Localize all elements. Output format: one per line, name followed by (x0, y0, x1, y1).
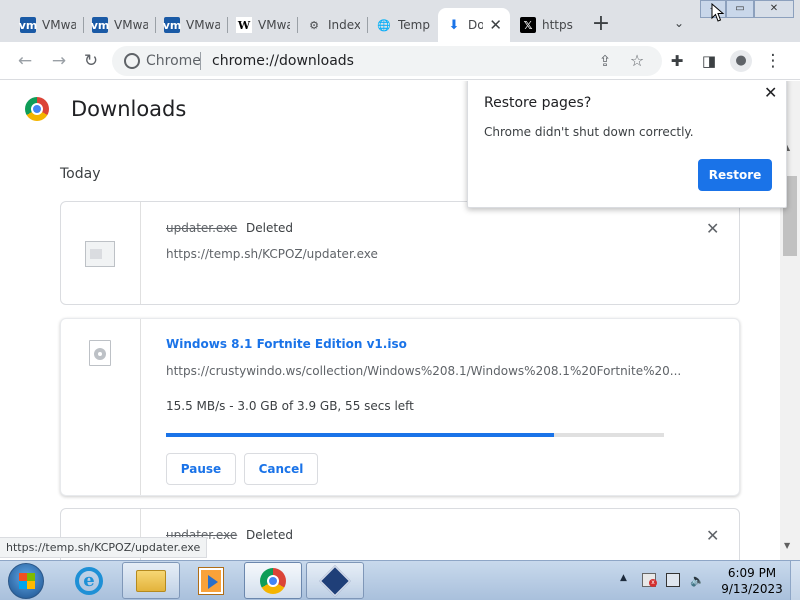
extensions-icon[interactable]: ✚ (666, 50, 688, 72)
date-section-heading: Today (60, 166, 101, 182)
tab-title: VMware (114, 18, 148, 32)
download-progress-fill (166, 433, 555, 437)
index-icon: ⚙ (309, 18, 319, 32)
tab-title: https (542, 18, 573, 32)
forward-arrow-icon[interactable]: → (48, 50, 70, 72)
download-state: Deleted (246, 221, 294, 235)
remove-item-icon[interactable]: ✕ (706, 526, 719, 545)
dialog-title: Restore pages? (484, 95, 592, 111)
internet-explorer-taskbar-button[interactable]: e (60, 562, 118, 599)
cancel-button[interactable]: Cancel (244, 453, 318, 485)
tab-wikipedia[interactable]: W VMware (228, 8, 298, 42)
media-player-taskbar-button[interactable] (182, 562, 240, 599)
restore-button[interactable]: Restore (698, 159, 772, 191)
side-panel-icon[interactable]: ◨ (698, 50, 720, 72)
tab-title: Downloads (468, 18, 484, 32)
bookmark-star-icon[interactable]: ☆ (626, 50, 648, 72)
download-url[interactable]: https://temp.sh/KCPOZ/updater.exe (166, 247, 378, 261)
page-title: Downloads (71, 97, 187, 121)
vmware-icon: vm (90, 17, 110, 33)
clock-time: 6:09 PM (727, 566, 777, 580)
remove-item-icon[interactable]: ✕ (706, 219, 719, 238)
wikipedia-icon: W (236, 17, 252, 33)
restore-pages-dialog: Restore pages? Chrome didn't shut down c… (467, 81, 787, 208)
internet-explorer-icon: e (75, 566, 103, 595)
browser-toolbar: ← → ↻ Chrome chrome://downloads ⇪ ☆ ✚ ◨ … (0, 42, 800, 80)
download-item-active: Windows 8.1 Fortnite Edition v1.iso http… (60, 318, 740, 496)
file-icon-column (61, 202, 141, 304)
menu-kebab-icon[interactable]: ⋮ (762, 50, 784, 72)
vmware-icon: vm (162, 17, 182, 33)
windows-taskbar: e ▲ x 🔈 6:09 PM 9/13/2023 (0, 560, 800, 600)
profile-avatar-icon[interactable]: ● (730, 50, 752, 72)
tab-temp[interactable]: 🌐 Temp (368, 8, 438, 42)
back-arrow-icon[interactable]: ← (14, 50, 36, 72)
reload-icon[interactable]: ↻ (80, 50, 102, 72)
tab-title: Index (328, 18, 360, 32)
download-progress-bar (166, 433, 664, 437)
tab-strip: vm VMware vm VMware vm VMware W VMware ⚙… (0, 0, 800, 42)
tab-title: VMware (186, 18, 220, 32)
tab-index[interactable]: ⚙ Index (298, 8, 368, 42)
url-text[interactable]: chrome://downloads (212, 53, 354, 69)
download-filename-link[interactable]: Windows 8.1 Fortnite Edition v1.iso (166, 337, 407, 351)
download-state: Deleted (246, 528, 294, 542)
chrome-icon (260, 567, 286, 594)
download-item-deleted: updater.exe Deleted https://temp.sh/KCPO… (60, 201, 740, 305)
downloads-page: Downloads Today updater.exe Deleted http… (0, 81, 800, 560)
close-dialog-icon[interactable]: ✕ (764, 83, 777, 102)
tab-search-chevron-icon[interactable]: ⌄ (670, 16, 688, 34)
globe-icon: 🌐 (377, 18, 391, 32)
download-status: 15.5 MB/s - 3.0 GB of 3.9 GB, 55 secs le… (166, 399, 414, 413)
network-icon[interactable] (666, 573, 680, 587)
start-button[interactable] (8, 563, 44, 599)
pause-button[interactable]: Pause (166, 453, 236, 485)
virtualbox-taskbar-button[interactable] (306, 562, 364, 599)
x-icon: 𝕏 (520, 17, 536, 33)
action-center-flag-icon[interactable]: x (642, 573, 657, 587)
file-icon-column (61, 319, 141, 495)
media-player-icon (199, 567, 223, 594)
share-icon[interactable]: ⇪ (594, 50, 616, 72)
dialog-message: Chrome didn't shut down correctly. (484, 125, 694, 139)
close-window-button[interactable]: ✕ (754, 0, 794, 18)
virtualbox-icon (319, 564, 351, 597)
system-clock[interactable]: 6:09 PM 9/13/2023 (720, 565, 784, 597)
folder-icon (136, 569, 166, 592)
tab-vmware-1[interactable]: vm VMware (12, 8, 84, 42)
address-bar[interactable]: Chrome chrome://downloads (112, 46, 662, 76)
download-filename: updater.exe (166, 221, 238, 235)
scroll-down-arrow-icon[interactable]: ▼ (784, 541, 790, 550)
disc-image-file-icon (89, 340, 111, 366)
mouse-cursor-icon (711, 3, 725, 22)
chrome-logo-icon (25, 97, 49, 121)
tab-title: VMware (258, 18, 290, 32)
vmware-icon: vm (18, 17, 38, 33)
download-url[interactable]: https://crustywindo.ws/collection/Window… (166, 364, 681, 378)
chrome-taskbar-button[interactable] (244, 562, 302, 599)
file-explorer-taskbar-button[interactable] (122, 562, 180, 599)
tab-downloads[interactable]: ⬇ Downloads ✕ (438, 8, 510, 42)
site-label: Chrome (146, 53, 201, 69)
chrome-site-icon[interactable] (124, 53, 140, 69)
tab-x[interactable]: 𝕏 https (512, 8, 582, 42)
tab-vmware-2[interactable]: vm VMware (84, 8, 156, 42)
show-hidden-icons-icon[interactable]: ▲ (620, 573, 627, 583)
new-tab-button[interactable]: + (590, 13, 612, 36)
omnibox-divider (200, 52, 201, 70)
close-tab-icon[interactable]: ✕ (489, 16, 502, 34)
tab-title: VMware (42, 18, 76, 32)
show-desktop-button[interactable] (790, 561, 800, 600)
tab-vmware-3[interactable]: vm VMware (156, 8, 228, 42)
link-status-bubble: https://temp.sh/KCPOZ/updater.exe (0, 537, 208, 558)
volume-muted-icon[interactable]: 🔈 (690, 573, 705, 587)
maximize-button[interactable]: ▭ (726, 0, 754, 18)
file-icon (85, 241, 115, 267)
tab-title: Temp (398, 18, 430, 32)
clock-date: 9/13/2023 (721, 582, 783, 596)
download-icon: ⬇ (448, 17, 460, 33)
